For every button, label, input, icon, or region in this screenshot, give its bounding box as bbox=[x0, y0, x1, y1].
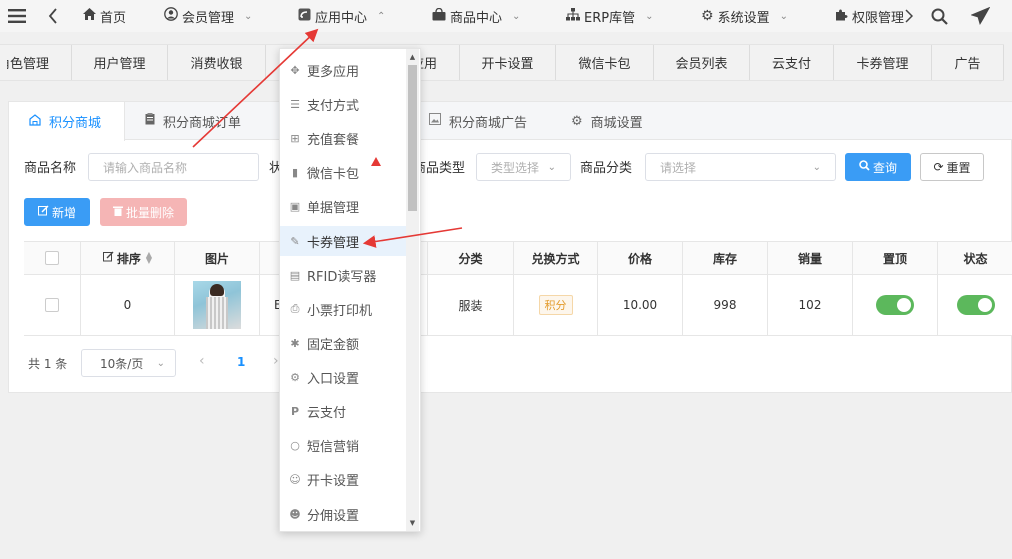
annotation-arrow-to-app-center bbox=[192, 28, 319, 148]
annotation-overlay bbox=[192, 28, 463, 248]
annotation-arrow-to-coupons bbox=[362, 227, 463, 248]
annotation-triangle-marker bbox=[371, 157, 381, 166]
